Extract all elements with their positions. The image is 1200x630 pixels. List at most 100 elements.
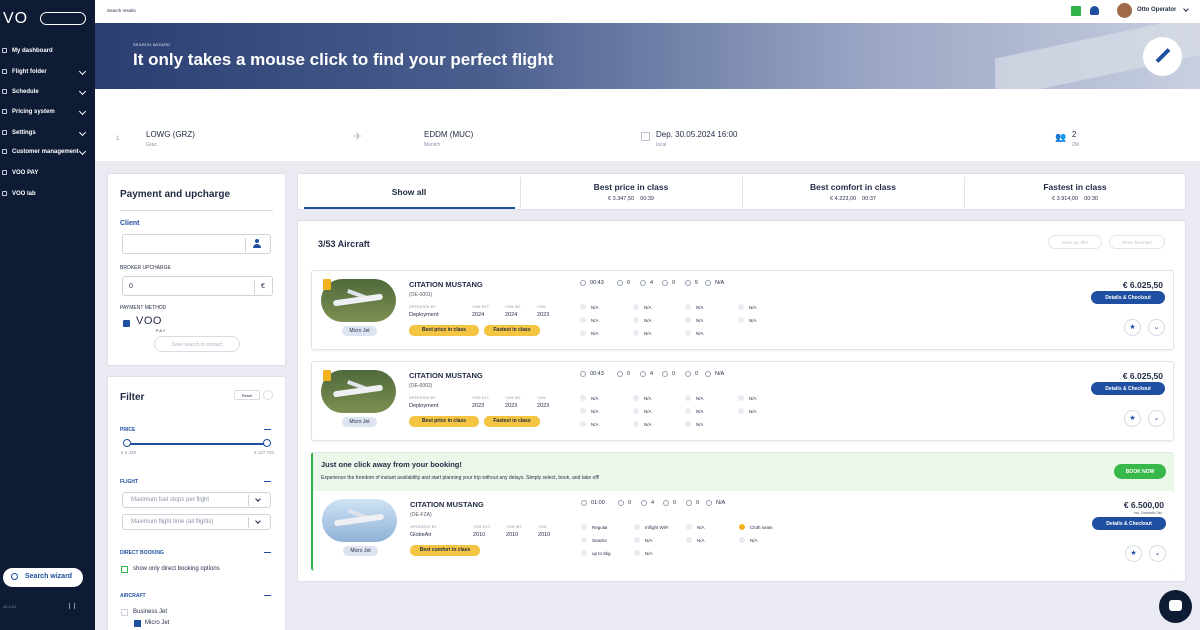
chevron-down-icon[interactable]: ⌄ — [1149, 545, 1166, 562]
notification-bell-icon[interactable] — [1090, 6, 1099, 15]
micro-jet-checkbox[interactable] — [134, 620, 141, 627]
destination-city: Munich — [424, 142, 441, 148]
minus-icon[interactable] — [264, 552, 271, 554]
sidebar-item-customer-management[interactable]: Customer management — [0, 145, 95, 161]
amenity-icon — [634, 550, 640, 556]
wifi-icon — [706, 500, 712, 506]
yom-ext-label: YOM EXT. — [473, 525, 491, 529]
award-icon — [323, 279, 331, 290]
fuel-stops-select[interactable]: Maximum fuel stops per flight — [122, 492, 271, 508]
chevron-down-icon — [78, 128, 87, 137]
voo-pay-checkbox[interactable] — [123, 320, 130, 327]
avatar[interactable] — [1117, 3, 1132, 18]
search-wizard-button[interactable]: Search wizard — [3, 568, 83, 587]
direct-booking-option[interactable]: show only direct booking options — [133, 566, 220, 572]
fuel-icon — [618, 500, 624, 506]
tab-best-price[interactable]: Best price in class € 3.347,50 00:39 — [520, 174, 742, 211]
minus-icon[interactable] — [264, 429, 271, 431]
seat-icon — [640, 280, 646, 286]
sidebar-item-label: VOO PAY — [12, 170, 39, 176]
price-slider[interactable] — [127, 443, 267, 445]
edit-search-button[interactable] — [1143, 37, 1182, 76]
tab-fastest[interactable]: Fastest in class € 3.914,00 00:30 — [964, 174, 1186, 211]
price-min-value: € 5.348 — [121, 450, 137, 455]
sidebar-item-settings[interactable]: Settings — [0, 126, 95, 142]
logo-oval — [40, 12, 86, 25]
chat-button[interactable] — [1159, 590, 1192, 623]
flight-label: FLIGHT — [120, 479, 139, 485]
dashboard-icon — [2, 48, 7, 53]
person-icon[interactable] — [253, 239, 261, 249]
chevron-down-icon[interactable]: ⌄ — [1148, 319, 1165, 336]
chevron-up-icon[interactable] — [263, 390, 273, 400]
chevron-down-icon[interactable] — [1183, 6, 1189, 12]
user-name[interactable]: Otto Operator — [1137, 7, 1176, 13]
sidebar-item-label: Pricing system — [12, 109, 55, 115]
sidebar-item-my-dashboard[interactable]: My dashboard — [0, 44, 95, 60]
details-checkout-button[interactable]: Details & Checkout — [1092, 517, 1166, 530]
price-max-handle[interactable] — [263, 439, 271, 447]
chevron-down-icon[interactable]: ⌄ — [1148, 410, 1165, 427]
yom-ext-value: 2024 — [472, 312, 485, 318]
divider — [254, 280, 255, 294]
aircraft-card[interactable]: Micro Jet CITATION MUSTANG (OE-0001) OPERAT… — [311, 270, 1174, 350]
save-as-offer-button[interactable]: Save as offer — [1048, 235, 1102, 249]
flight-time-select[interactable]: Maximum flight time (all flights) — [122, 514, 271, 530]
bag-icon — [685, 371, 691, 377]
aircraft-card[interactable]: Micro Jet CITATION MUSTANG (OE-0002) OPERAT… — [311, 361, 1174, 441]
details-checkout-button[interactable]: Details & Checkout — [1091, 291, 1165, 304]
tab-best-comfort[interactable]: Best comfort in class € 4.223,00 00:37 — [742, 174, 964, 211]
leg-number: 1 — [116, 136, 120, 142]
amenity-icon — [738, 395, 744, 401]
amenity-icon — [633, 330, 639, 336]
micro-jet-label[interactable]: Micro Jet — [145, 620, 169, 626]
star-favorite-icon[interactable]: ★ — [1124, 319, 1141, 336]
upcharge-label: BROKER UPCHARGE — [120, 265, 171, 271]
show-favorites-button[interactable]: Show favorites — [1109, 235, 1165, 249]
direct-booking-checkbox[interactable] — [121, 566, 128, 573]
seat-icon — [641, 500, 647, 506]
voo-logo[interactable]: VO — [3, 10, 86, 28]
business-jet-label[interactable]: Business Jet — [133, 609, 167, 615]
tab-show-all[interactable]: Show all — [298, 174, 520, 211]
minus-icon[interactable] — [264, 595, 271, 597]
details-checkout-button[interactable]: Details & Checkout — [1091, 382, 1165, 395]
reset-filter-button[interactable]: Reset — [234, 390, 260, 400]
business-jet-checkbox[interactable] — [121, 609, 128, 616]
save-search-button[interactable]: Save search to contact — [154, 336, 240, 352]
yom-int-label: YOM INT. — [505, 396, 522, 400]
star-favorite-icon[interactable]: ★ — [1124, 410, 1141, 427]
sidebar-item-voo-lab[interactable]: VOO lab — [0, 187, 95, 203]
passengers-icon: 👥 — [1055, 132, 1067, 142]
amenity-icon — [580, 304, 586, 310]
excel-export-icon[interactable] — [1071, 6, 1081, 16]
aircraft-card[interactable]: Micro Jet CITATION MUSTANG (OE-FZA) OPERATE… — [313, 491, 1174, 571]
book-now-button[interactable]: BOOK NOW — [1114, 464, 1166, 479]
yom-ext-label: YOM EXT. — [472, 396, 490, 400]
sidebar-item-schedule[interactable]: Schedule — [0, 85, 95, 101]
yom-ext-value: 2010 — [473, 532, 486, 538]
sidebar-item-voo-pay[interactable]: VOO PAY — [0, 166, 95, 182]
amenity-icon — [685, 408, 691, 414]
sidebar-item-pricing-system[interactable]: Pricing system — [0, 105, 95, 121]
passenger-detail: 2M — [1072, 142, 1079, 148]
collapse-sidebar-icon[interactable] — [69, 603, 75, 609]
amenity-icon — [581, 537, 587, 543]
hero-kicker: SEARCH WIZARD — [133, 42, 171, 47]
amenity-icon — [634, 524, 640, 530]
tab-summary: € 3.347,50 00:39 — [608, 196, 654, 202]
minus-icon[interactable] — [264, 481, 271, 483]
route-summary[interactable]: 1 LOWG (GRZ) Graz ✈ EDDM (MUC) Munich De… — [95, 89, 1200, 161]
class-tag: Best price in class — [409, 416, 479, 427]
upcharge-value[interactable]: 0 — [129, 283, 133, 290]
amenity-icon — [633, 317, 639, 323]
price-min-handle[interactable] — [123, 439, 131, 447]
voo-pay-logo: VOO PAY — [136, 315, 165, 333]
sidebar-item-flight-folder[interactable]: Flight folder — [0, 65, 95, 81]
calendar-icon — [641, 132, 650, 141]
upcharge-input[interactable]: 0 € — [122, 276, 273, 296]
star-favorite-icon[interactable]: ★ — [1125, 545, 1142, 562]
users-icon — [2, 149, 7, 154]
client-input[interactable] — [122, 234, 271, 254]
amenity-icon — [738, 304, 744, 310]
